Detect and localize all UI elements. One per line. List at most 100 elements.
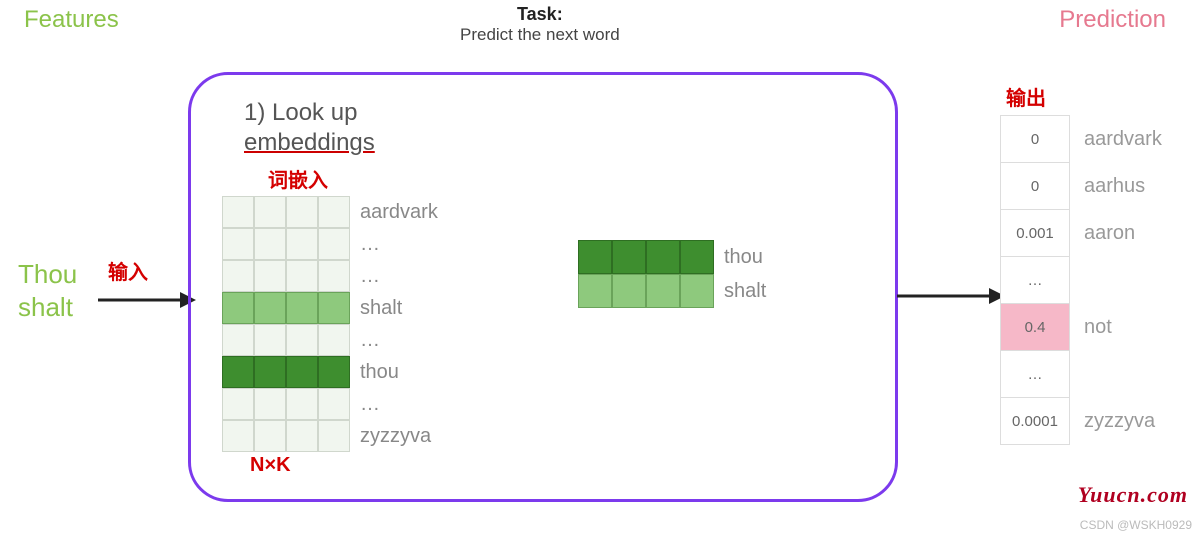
embedding-row-label: zyzzyva [360, 425, 431, 448]
prediction-label: aardvark [1084, 128, 1162, 151]
embedding-row: … [222, 324, 438, 356]
embedding-cell [646, 274, 680, 308]
embedding-cell [254, 356, 286, 388]
prediction-label: aaron [1084, 222, 1135, 245]
embedding-row-label: thou [360, 361, 399, 384]
step1-line2: embeddings [244, 128, 375, 158]
embedding-cell [254, 324, 286, 356]
embedding-cell [286, 356, 318, 388]
prediction-value: 0.001 [1000, 209, 1070, 257]
annotation-embedding: 词嵌入 [268, 164, 328, 193]
annotation-nk: N×K [250, 454, 291, 477]
embedding-row-label: thou [724, 246, 763, 269]
prediction-row: 0.001 aaron [1000, 210, 1162, 257]
prediction-label: not [1084, 316, 1112, 339]
prediction-row: 0 aardvark [1000, 116, 1162, 163]
embedding-cell [254, 228, 286, 260]
embedding-cell [612, 240, 646, 274]
embedding-row-label: … [360, 233, 380, 256]
embedding-cell [222, 356, 254, 388]
prediction-value: … [1000, 256, 1070, 304]
embedding-row: shalt [578, 274, 766, 308]
prediction-label: aarhus [1084, 175, 1145, 198]
prediction-value: 0 [1000, 115, 1070, 163]
embedding-row: … [222, 260, 438, 292]
prediction-label: zyzzyva [1084, 410, 1155, 433]
embedding-row: thou [222, 356, 438, 388]
embedding-cell [646, 240, 680, 274]
embedding-cell [254, 420, 286, 452]
step1-text: 1) Look up embeddings [244, 98, 375, 158]
prediction-row: … [1000, 257, 1162, 304]
embedding-cell [318, 196, 350, 228]
embedding-row-label: shalt [360, 297, 402, 320]
prediction-value: 0.4 [1000, 303, 1070, 351]
embedding-cell [286, 260, 318, 292]
embedding-row-label: … [360, 265, 380, 288]
task-heading-block: Task: Predict the next word [460, 4, 620, 45]
embedding-cell [222, 420, 254, 452]
task-title: Task: [460, 4, 620, 25]
embedding-cell [222, 324, 254, 356]
features-heading: Features [24, 6, 119, 34]
embedding-row: … [222, 388, 438, 420]
embedding-cell [680, 274, 714, 308]
embedding-cell [222, 196, 254, 228]
embedding-cell [254, 260, 286, 292]
embedding-cell [286, 388, 318, 420]
arrow-right-icon [897, 284, 1007, 308]
embedding-cell [286, 196, 318, 228]
embedding-cell [222, 260, 254, 292]
prediction-value: 0 [1000, 162, 1070, 210]
embedding-row-label: aardvark [360, 201, 438, 224]
prediction-table: 0aardvark0aarhus0.001aaron…0.4not…0.0001… [1000, 116, 1162, 445]
embedding-row: shalt [222, 292, 438, 324]
embedding-cell [318, 292, 350, 324]
embedding-cell [318, 324, 350, 356]
step1-line1: 1) Look up [244, 98, 375, 128]
input-words: Thou shalt [18, 258, 77, 323]
embedding-cell [318, 260, 350, 292]
embedding-row-label: … [360, 329, 380, 352]
embedding-cell [286, 420, 318, 452]
embedding-cell [318, 356, 350, 388]
embedding-row-label: shalt [724, 280, 766, 303]
prediction-row: 0.4 not [1000, 304, 1162, 351]
embedding-row: aardvark [222, 196, 438, 228]
prediction-row: 0.0001 zyzzyva [1000, 398, 1162, 445]
embedding-cell [254, 292, 286, 324]
embedding-cell [578, 274, 612, 308]
embedding-cell [222, 292, 254, 324]
task-subtitle: Predict the next word [460, 25, 620, 45]
embedding-cell [318, 228, 350, 260]
prediction-row: … [1000, 351, 1162, 398]
embedding-table: aardvark … … shalt … thou … zyzzyva [222, 196, 438, 452]
embedding-cell [286, 228, 318, 260]
embedding-cell [286, 324, 318, 356]
input-word-2: shalt [18, 291, 77, 324]
embedding-cell [222, 228, 254, 260]
embedding-row: thou [578, 240, 766, 274]
embedding-cell [254, 196, 286, 228]
embedding-row: zyzzyva [222, 420, 438, 452]
embedding-cell [612, 274, 646, 308]
embedding-cell [318, 388, 350, 420]
embedding-row: … [222, 228, 438, 260]
watermark: Yuucn.com [1078, 482, 1188, 508]
embedding-cell [318, 420, 350, 452]
arrow-right-icon [98, 288, 198, 312]
prediction-value: 0.0001 [1000, 397, 1070, 445]
embedding-pair: thou shalt [578, 240, 766, 308]
prediction-heading: Prediction [1059, 6, 1166, 34]
embedding-cell [286, 292, 318, 324]
embedding-cell [578, 240, 612, 274]
annotation-output: 输出 [1006, 82, 1046, 111]
annotation-input: 输入 [108, 256, 148, 285]
embedding-cell [222, 388, 254, 420]
embedding-row-label: … [360, 393, 380, 416]
prediction-value: … [1000, 350, 1070, 398]
prediction-row: 0 aarhus [1000, 163, 1162, 210]
credit: CSDN @WSKH0929 [1080, 518, 1192, 532]
embedding-cell [254, 388, 286, 420]
input-word-1: Thou [18, 258, 77, 291]
